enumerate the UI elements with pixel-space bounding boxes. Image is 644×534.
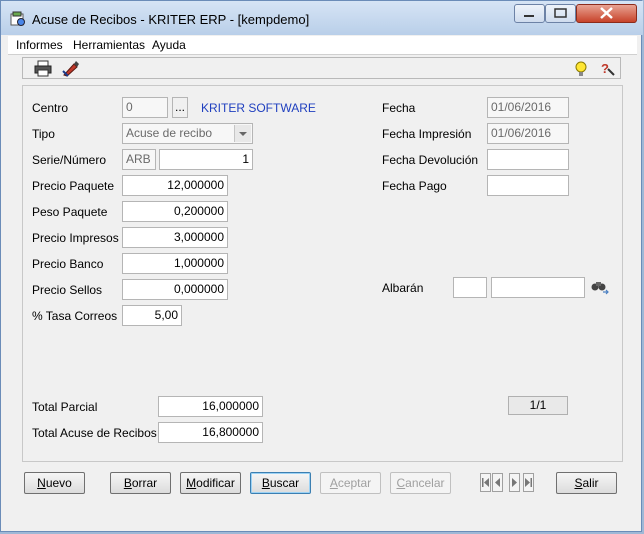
fecha-impresion-input[interactable]: 01/06/2016 (487, 123, 569, 144)
app-window: Acuse de Recibos - KRITER ERP - [kempdem… (0, 0, 643, 532)
albaran-label: Albarán (382, 281, 424, 295)
albaran-serie-input[interactable] (453, 277, 487, 298)
borrar-button-label: orrar (131, 476, 158, 490)
cancelar-button-label: ancelar (405, 476, 445, 490)
peso-paquete-label: Peso Paquete (32, 205, 108, 219)
albaran-numero-input[interactable] (491, 277, 585, 298)
next-record-icon (512, 478, 517, 487)
borrar-button[interactable]: Borrar (110, 472, 171, 494)
tipo-label: Tipo (32, 127, 55, 141)
numero-input[interactable]: 1 (159, 149, 253, 170)
nuevo-button-label: uevo (45, 476, 72, 490)
total-acuse-label: Total Acuse de Recibos (32, 426, 157, 440)
modificar-button[interactable]: Modificar (180, 472, 241, 494)
tipo-select[interactable]: Acuse de recibo (122, 123, 253, 144)
modificar-button-mnemonic: M (186, 476, 197, 490)
menu-bar: Informes Herramientas Ayuda (8, 36, 637, 55)
serie-numero-label: Serie/Número (32, 153, 107, 167)
total-acuse-input[interactable]: 16,800000 (158, 422, 263, 443)
chevron-down-icon[interactable] (234, 125, 251, 142)
lightbulb-icon[interactable] (572, 60, 590, 77)
aceptar-button-label: ceptar (337, 476, 372, 490)
maximize-icon (554, 8, 567, 18)
total-parcial-label: Total Parcial (32, 400, 98, 414)
peso-paquete-input[interactable]: 0,200000 (122, 201, 228, 222)
precio-impresos-input[interactable]: 3,000000 (122, 227, 228, 248)
nav-next-button[interactable] (509, 473, 520, 492)
salir-button-mnemonic: S (574, 476, 583, 490)
centro-label: Centro (32, 101, 69, 115)
precio-paquete-label: Precio Paquete (32, 179, 115, 193)
precio-sellos-input[interactable]: 0,000000 (122, 279, 228, 300)
modificar-button-label: odificar (196, 476, 235, 490)
serie-input[interactable]: ARB (122, 149, 156, 170)
precio-banco-label: Precio Banco (32, 257, 104, 271)
precio-banco-input[interactable]: 1,000000 (122, 253, 228, 274)
maximize-button[interactable] (545, 4, 576, 23)
previous-record-icon (495, 478, 500, 487)
salir-button[interactable]: Salir (556, 472, 617, 494)
fecha-devolucion-input[interactable] (487, 149, 569, 170)
minimize-icon (524, 15, 534, 17)
fecha-pago-label: Fecha Pago (382, 179, 447, 193)
fecha-label: Fecha (382, 101, 416, 115)
aceptar-button-mnemonic: A (329, 476, 338, 490)
tipo-value: Acuse de recibo (126, 126, 213, 140)
fecha-pago-input[interactable] (487, 175, 569, 196)
tasa-correos-label: % Tasa Correos (32, 309, 118, 323)
close-icon (600, 7, 613, 19)
aceptar-button[interactable]: Aceptar (320, 472, 381, 494)
borrar-button-mnemonic: B (123, 476, 132, 490)
salir-button-label: alir (582, 476, 599, 490)
centro-lookup-button[interactable]: ... (172, 97, 188, 118)
total-parcial-input[interactable]: 16,000000 (158, 396, 263, 417)
menu-ayuda[interactable]: Ayuda (152, 38, 186, 52)
nav-prev-button[interactable] (492, 473, 503, 492)
record-counter: 1/1 (508, 396, 568, 415)
precio-paquete-input[interactable]: 12,000000 (122, 175, 228, 196)
buscar-button-mnemonic: B (261, 476, 270, 490)
nuevo-button[interactable]: Nuevo (24, 472, 85, 494)
buscar-button[interactable]: Buscar (250, 472, 311, 494)
nav-last-button[interactable] (523, 473, 534, 492)
title-bar[interactable]: Acuse de Recibos - KRITER ERP - [kempdem… (1, 1, 643, 35)
cancelar-button[interactable]: Cancelar (390, 472, 451, 494)
printer-icon[interactable] (34, 60, 52, 77)
menu-herramientas[interactable]: Herramientas (73, 38, 145, 52)
nav-first-button[interactable] (480, 473, 491, 492)
last-record-icon (525, 478, 532, 487)
fecha-impresion-label: Fecha Impresión (382, 127, 472, 141)
cancelar-button-mnemonic: C (396, 476, 406, 490)
close-button[interactable] (576, 4, 637, 23)
binoculars-search-icon[interactable] (590, 278, 609, 295)
svg-text:?: ? (601, 61, 609, 76)
window-title: Acuse de Recibos - KRITER ERP - [kempdem… (32, 12, 310, 27)
edit-pen-icon[interactable] (62, 60, 80, 77)
tasa-correos-input[interactable]: 5,00 (122, 305, 182, 326)
centro-name: KRITER SOFTWARE (201, 101, 316, 115)
precio-impresos-label: Precio Impresos (32, 231, 119, 245)
menu-informes[interactable]: Informes (16, 38, 63, 52)
help-icon[interactable]: ? (598, 60, 616, 77)
fecha-devolucion-label: Fecha Devolución (382, 153, 479, 167)
centro-input[interactable]: 0 (122, 97, 168, 118)
fecha-input[interactable]: 01/06/2016 (487, 97, 569, 118)
minimize-button[interactable] (514, 4, 545, 23)
nuevo-button-mnemonic: N (37, 476, 46, 490)
toolbar: ? (22, 57, 621, 79)
first-record-icon (482, 478, 489, 487)
buscar-button-label: uscar (269, 476, 300, 490)
precio-sellos-label: Precio Sellos (32, 283, 103, 297)
app-icon (10, 11, 25, 26)
